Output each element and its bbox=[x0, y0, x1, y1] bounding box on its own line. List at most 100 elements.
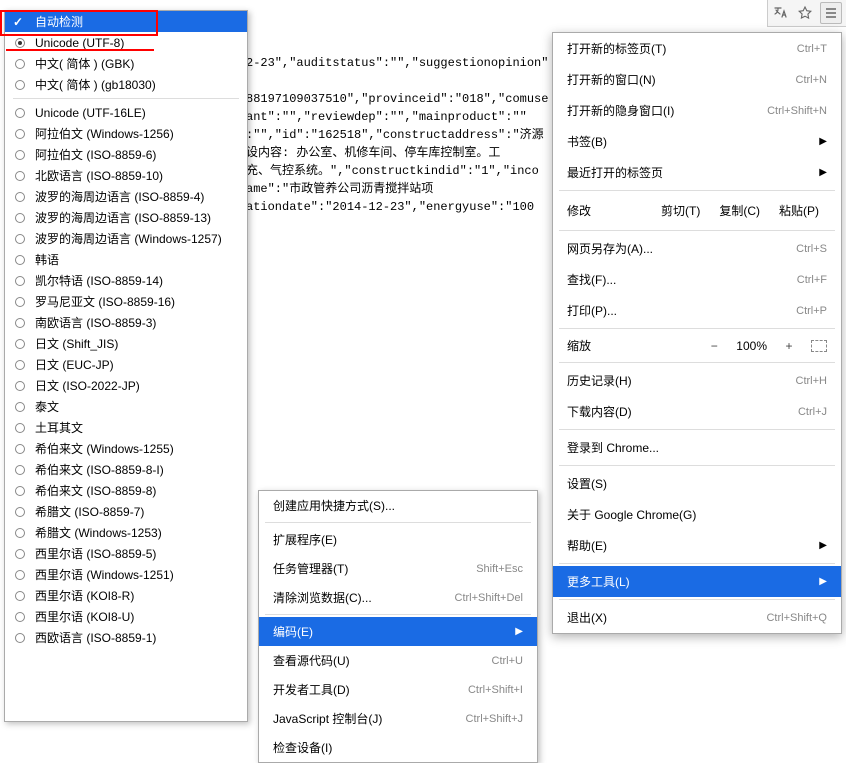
encoding-item[interactable]: 编码(E)▶ bbox=[259, 617, 537, 646]
radio-icon bbox=[15, 612, 25, 622]
menu-label: 任务管理器(T) bbox=[273, 560, 348, 577]
encoding-auto-detect[interactable]: ✓ 自动检测 bbox=[5, 11, 247, 32]
encoding-item[interactable]: 波罗的海周边语言 (ISO-8859-13) bbox=[5, 207, 247, 228]
encoding-item[interactable]: 北欧语言 (ISO-8859-10) bbox=[5, 165, 247, 186]
about-item[interactable]: 关于 Google Chrome(G) bbox=[553, 499, 841, 530]
encoding-item-utf8[interactable]: Unicode (UTF-8) bbox=[5, 32, 247, 53]
save-as-item[interactable]: 网页另存为(A)...Ctrl+S bbox=[553, 233, 841, 264]
encoding-item[interactable]: 西欧语言 (ISO-8859-1) bbox=[5, 627, 247, 648]
print-item[interactable]: 打印(P)...Ctrl+P bbox=[553, 295, 841, 326]
radio-icon bbox=[15, 192, 25, 202]
encoding-item[interactable]: 西里尔语 (ISO-8859-5) bbox=[5, 543, 247, 564]
encoding-item[interactable]: 罗马尼亚文 (ISO-8859-16) bbox=[5, 291, 247, 312]
menu-label: 日文 (Shift_JIS) bbox=[35, 335, 118, 352]
find-item[interactable]: 查找(F)... Ctrl+F bbox=[553, 264, 841, 295]
separator bbox=[265, 614, 531, 615]
zoom-in-button[interactable]: + bbox=[781, 339, 797, 353]
encoding-item[interactable]: 南欧语言 (ISO-8859-3) bbox=[5, 312, 247, 333]
new-window-item[interactable]: 打开新的窗口(N)Ctrl+N bbox=[553, 64, 841, 95]
signin-item[interactable]: 登录到 Chrome... bbox=[553, 432, 841, 463]
js-console-item[interactable]: JavaScript 控制台(J) Ctrl+Shift+J bbox=[259, 704, 537, 733]
shortcut-label: Ctrl+Shift+J bbox=[466, 713, 523, 725]
history-item[interactable]: 历史记录(H)Ctrl+H bbox=[553, 365, 841, 396]
inspect-item[interactable]: 检查设备(I) bbox=[259, 733, 537, 762]
encoding-item[interactable]: 土耳其文 bbox=[5, 417, 247, 438]
encoding-item[interactable]: 波罗的海周边语言 (Windows-1257) bbox=[5, 228, 247, 249]
view-source-item[interactable]: 查看源代码(U) Ctrl+U bbox=[259, 646, 537, 675]
hamburger-menu-icon[interactable] bbox=[820, 2, 842, 24]
encoding-item[interactable]: 西里尔语 (Windows-1251) bbox=[5, 564, 247, 585]
shortcut-label: Ctrl+S bbox=[796, 243, 827, 255]
new-tab-item[interactable]: 打开新的标签页(T)Ctrl+T bbox=[553, 33, 841, 64]
radio-icon bbox=[15, 486, 25, 496]
radio-icon bbox=[15, 38, 25, 48]
encoding-item[interactable]: 希伯来文 (ISO-8859-8-I) bbox=[5, 459, 247, 480]
menu-label: 希腊文 (Windows-1253) bbox=[35, 524, 162, 541]
encoding-item[interactable]: 阿拉伯文 (ISO-8859-6) bbox=[5, 144, 247, 165]
settings-item[interactable]: 设置(S) bbox=[553, 468, 841, 499]
encoding-item[interactable]: 日文 (Shift_JIS) bbox=[5, 333, 247, 354]
bookmarks-item[interactable]: 书签(B)▶ bbox=[553, 126, 841, 157]
menu-label: Unicode (UTF-8) bbox=[35, 36, 124, 50]
paste-button[interactable]: 粘贴(P) bbox=[771, 197, 827, 224]
incognito-item[interactable]: 打开新的隐身窗口(I)Ctrl+Shift+N bbox=[553, 95, 841, 126]
dev-tools-item[interactable]: 开发者工具(D)Ctrl+Shift+I bbox=[259, 675, 537, 704]
fullscreen-icon[interactable] bbox=[811, 340, 827, 352]
menu-label: 打开新的窗口(N) bbox=[567, 71, 656, 88]
radio-icon bbox=[15, 402, 25, 412]
chrome-main-menu: 打开新的标签页(T)Ctrl+T 打开新的窗口(N)Ctrl+N 打开新的隐身窗… bbox=[552, 32, 842, 634]
radio-icon bbox=[15, 129, 25, 139]
encoding-item[interactable]: 希腊文 (Windows-1253) bbox=[5, 522, 247, 543]
encoding-item[interactable]: 中文( 简体 ) (GBK) bbox=[5, 53, 247, 74]
shortcut-label: Ctrl+U bbox=[492, 655, 523, 667]
quit-item[interactable]: 退出(X)Ctrl+Shift+Q bbox=[553, 602, 841, 633]
encoding-item[interactable]: 泰文 bbox=[5, 396, 247, 417]
encoding-item[interactable]: 希伯来文 (Windows-1255) bbox=[5, 438, 247, 459]
chevron-right-icon: ▶ bbox=[819, 167, 827, 178]
edit-label: 修改 bbox=[567, 202, 591, 219]
menu-label: 希伯来文 (ISO-8859-8-I) bbox=[35, 461, 164, 478]
menu-label: 查看源代码(U) bbox=[273, 652, 350, 669]
create-shortcut-item[interactable]: 创建应用快捷方式(S)... bbox=[259, 491, 537, 520]
menu-label: 韩语 bbox=[35, 251, 59, 268]
zoom-out-button[interactable]: − bbox=[706, 339, 722, 353]
encoding-item[interactable]: 日文 (ISO-2022-JP) bbox=[5, 375, 247, 396]
more-tools-item[interactable]: 更多工具(L)▶ bbox=[553, 566, 841, 597]
task-manager-item[interactable]: 任务管理器(T)Shift+Esc bbox=[259, 554, 537, 583]
menu-label: 中文( 简体 ) (gb18030) bbox=[35, 76, 156, 93]
encoding-item[interactable]: 波罗的海周边语言 (ISO-8859-4) bbox=[5, 186, 247, 207]
menu-label: JavaScript 控制台(J) bbox=[273, 710, 382, 727]
chevron-right-icon: ▶ bbox=[515, 626, 523, 637]
encoding-item[interactable]: 日文 (EUC-JP) bbox=[5, 354, 247, 375]
clear-data-item[interactable]: 清除浏览数据(C)...Ctrl+Shift+Del bbox=[259, 583, 537, 612]
menu-label: 希伯来文 (ISO-8859-8) bbox=[35, 482, 156, 499]
cut-button[interactable]: 剪切(T) bbox=[653, 197, 708, 224]
help-item[interactable]: 帮助(E)▶ bbox=[553, 530, 841, 561]
radio-icon bbox=[15, 150, 25, 160]
menu-label: 清除浏览数据(C)... bbox=[273, 589, 372, 606]
extensions-item[interactable]: 扩展程序(E) bbox=[259, 525, 537, 554]
encoding-item[interactable]: 阿拉伯文 (Windows-1256) bbox=[5, 123, 247, 144]
menu-label: 查找(F)... bbox=[567, 271, 616, 288]
copy-button[interactable]: 复制(C) bbox=[711, 197, 768, 224]
encoding-item[interactable]: 西里尔语 (KOI8-U) bbox=[5, 606, 247, 627]
downloads-item[interactable]: 下载内容(D)Ctrl+J bbox=[553, 396, 841, 427]
radio-icon bbox=[15, 570, 25, 580]
encoding-item[interactable]: 韩语 bbox=[5, 249, 247, 270]
encoding-item[interactable]: 西里尔语 (KOI8-R) bbox=[5, 585, 247, 606]
menu-label: 西欧语言 (ISO-8859-1) bbox=[35, 629, 156, 646]
encoding-item[interactable]: 希伯来文 (ISO-8859-8) bbox=[5, 480, 247, 501]
encoding-item[interactable]: 凯尔特语 (ISO-8859-14) bbox=[5, 270, 247, 291]
menu-label: 阿拉伯文 (Windows-1256) bbox=[35, 125, 174, 142]
encoding-item[interactable]: 希腊文 (ISO-8859-7) bbox=[5, 501, 247, 522]
menu-label: 帮助(E) bbox=[567, 537, 607, 554]
radio-icon bbox=[15, 444, 25, 454]
encoding-item[interactable]: 中文( 简体 ) (gb18030) bbox=[5, 74, 247, 95]
encoding-item[interactable]: Unicode (UTF-16LE) bbox=[5, 102, 247, 123]
star-icon[interactable] bbox=[796, 4, 814, 22]
translate-icon[interactable] bbox=[772, 4, 790, 22]
shortcut-label: Ctrl+Shift+N bbox=[767, 105, 827, 117]
radio-icon bbox=[15, 80, 25, 90]
recent-tabs-item[interactable]: 最近打开的标签页▶ bbox=[553, 157, 841, 188]
shortcut-label: Ctrl+F bbox=[797, 274, 827, 286]
